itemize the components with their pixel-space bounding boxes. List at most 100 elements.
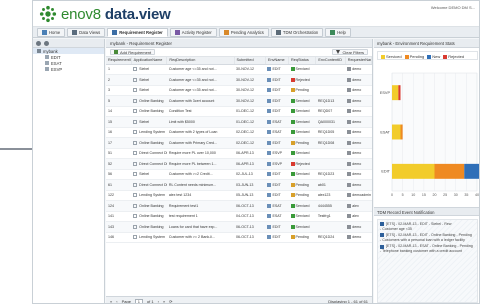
cell-value: Lending System [139, 235, 165, 240]
table-cell: 04-OCT-13 [234, 211, 266, 222]
requirement-table: RequirementID ApplicationName ReqDescripti… [106, 57, 373, 243]
cell-value: Loans for card that have exp... [168, 224, 218, 229]
tab-help[interactable]: Help [325, 27, 351, 37]
table-row[interactable]: 1 Siebel Customer age <=35 and not... 30-NO… [106, 64, 372, 75]
table-cell: 02-JUL-13 [234, 169, 266, 180]
column-header[interactable]: Submitted [234, 57, 266, 65]
table-row[interactable]: 143 Online Banking Loans for card that hav… [106, 221, 372, 233]
environment-icon [45, 55, 49, 59]
table-row[interactable]: 61 Direct Connect DB RL Content needs mini… [106, 179, 372, 191]
table-row[interactable]: 141 Online Banking test requirement 1 04-OC… [106, 211, 372, 222]
cell-value: 52 [108, 161, 112, 166]
page-number-input[interactable]: 1 [134, 298, 143, 303]
last-page-icon[interactable]: » [163, 299, 165, 304]
table-row[interactable]: 52 Direct Connect DB Require more PL betwe… [106, 158, 372, 170]
tab-data-views[interactable]: Data Views [67, 27, 106, 37]
legend-item[interactable]: Serviced [381, 54, 402, 59]
table-row[interactable]: 2 Siebel Customer age <=35 and not... 30-NO… [106, 74, 372, 86]
welcome-text[interactable]: Welcome DEMO DM S... [431, 5, 475, 10]
table-row[interactable]: 56 Siebel Customer with >=2 Credit... 02-JU… [106, 169, 372, 180]
cell-value: Serviced [295, 130, 310, 135]
cell-value: Serviced [295, 67, 310, 72]
table-cell: 30-NOV-12 [234, 85, 266, 96]
table-row[interactable]: 5 Online Banking Customer with 3cert accou… [106, 95, 372, 107]
environment-icon [267, 119, 272, 124]
tab-home[interactable]: Home [37, 27, 66, 37]
status-icon [290, 130, 295, 135]
environment-icon [267, 203, 272, 208]
legend-item[interactable]: Rejected [443, 54, 464, 59]
row-select-checkbox[interactable] [133, 214, 138, 219]
row-select-checkbox[interactable] [133, 109, 138, 114]
table-cell: 122 [106, 190, 132, 201]
refresh-icon[interactable]: ⟳ [169, 299, 172, 304]
notification-item[interactable]: [ETS] - 02-MAR-13 - ESAT - Online Bankin… [380, 244, 475, 253]
row-select-checkbox[interactable] [133, 151, 138, 156]
cell-value: EDIT [272, 172, 281, 177]
cell-value: 01-DEC-12 [236, 109, 254, 114]
tab-pending-analytics[interactable]: Pending Analytics [218, 27, 269, 37]
table-cell: Pending [288, 232, 316, 243]
table-row[interactable]: 51 Direct Connect DB Require more PL over … [106, 148, 372, 159]
cell-value: Testfrg1 [317, 214, 331, 219]
table-row[interactable]: 3 Siebel Customer age <=35 and not... 30-NO… [106, 85, 372, 96]
row-select-checkbox[interactable] [133, 224, 138, 229]
table-cell: Limit with $5000 [166, 116, 234, 128]
row-select-checkbox[interactable] [133, 161, 138, 166]
column-header[interactable]: ReqStatus [288, 57, 317, 65]
next-page-icon[interactable]: › [158, 299, 159, 304]
row-select-checkbox[interactable] [133, 77, 138, 82]
expand-all-icon[interactable] [36, 40, 41, 46]
notification-item[interactable]: [ETS] - 02-MAR-13 - EDIT - Siebel - Rew -… [380, 222, 475, 231]
table-row[interactable]: 15 Siebel Limit with $5000 01-DEC-12 ESAT Ser… [106, 116, 372, 128]
row-select-checkbox[interactable] [133, 203, 138, 208]
notification-item[interactable]: [ETS] - 02-MAR-13 - EDIT - Online Bankin… [380, 233, 475, 242]
legend-item[interactable]: New [427, 54, 440, 59]
row-select-checkbox[interactable] [133, 235, 138, 240]
column-header[interactable]: EnvName [265, 57, 290, 65]
row-select-checkbox[interactable] [133, 67, 138, 72]
column-header[interactable]: ReqDescription [166, 57, 235, 65]
legend-item[interactable]: Pending [404, 54, 425, 59]
legend-label: Pending [409, 54, 425, 59]
table-row[interactable]: 146 Lending System Customer with >= 2 Bank… [106, 232, 372, 243]
status-icon [290, 109, 295, 114]
table-row[interactable]: 124 Online Banking Requirement test1 06-OCT… [106, 200, 372, 212]
row-select-checkbox[interactable] [133, 98, 138, 103]
cell-value: Online Banking [139, 98, 164, 103]
column-header[interactable]: RequirementID [106, 57, 132, 65]
table-cell: EDIT [265, 179, 289, 191]
row-select-checkbox[interactable] [133, 193, 138, 198]
first-page-icon[interactable]: « [110, 299, 112, 304]
add-requirement-button[interactable]: Add Requirement [110, 49, 156, 55]
tab-tdm-orchestration[interactable]: TDM Orchestration [270, 27, 324, 37]
tab-activity-register[interactable]: Activity Register [169, 27, 217, 37]
prev-page-icon[interactable]: ‹ [116, 299, 117, 304]
collapse-all-icon[interactable] [44, 40, 49, 46]
table-row[interactable]: 16 Lending System Customer with 2 types of… [106, 127, 372, 138]
row-select-checkbox[interactable] [133, 88, 138, 93]
table-header-row: RequirementID ApplicationName ReqDescripti… [106, 57, 373, 65]
column-header[interactable]: RequesterName [345, 57, 373, 65]
table-cell: Siebel [131, 116, 167, 128]
user-icon [347, 88, 352, 93]
table-row[interactable]: 17 Online Banking Customer with Primary Cr… [106, 137, 372, 149]
table-cell: Direct Connect DB [131, 148, 167, 159]
column-header[interactable]: ApplicationName [131, 57, 168, 65]
row-select-checkbox[interactable] [133, 119, 138, 124]
clear-filters-button[interactable]: Clear Filters [332, 49, 368, 55]
row-select-checkbox[interactable] [133, 130, 138, 135]
column-header[interactable]: EnvContentID [315, 57, 346, 65]
row-select-checkbox[interactable] [133, 140, 138, 145]
cell-value: demo [352, 119, 362, 124]
table-row[interactable]: 14 Online Banking Condition Test 01-DEC-12 E… [106, 106, 372, 117]
cell-value: demo [352, 140, 362, 145]
row-select-checkbox[interactable] [133, 172, 138, 177]
table-row[interactable]: 122 Lending System alex test 1234 05-JUN-13… [106, 190, 372, 201]
table-cell: 06-OCT-13 [234, 200, 266, 212]
table-cell: alex [345, 200, 372, 212]
tree-item-esvp[interactable]: ESVP [33, 66, 104, 72]
tab-requirement-register[interactable]: Requirement Register [107, 27, 168, 37]
table-cell: 5 [106, 95, 132, 107]
row-select-checkbox[interactable] [133, 182, 138, 187]
